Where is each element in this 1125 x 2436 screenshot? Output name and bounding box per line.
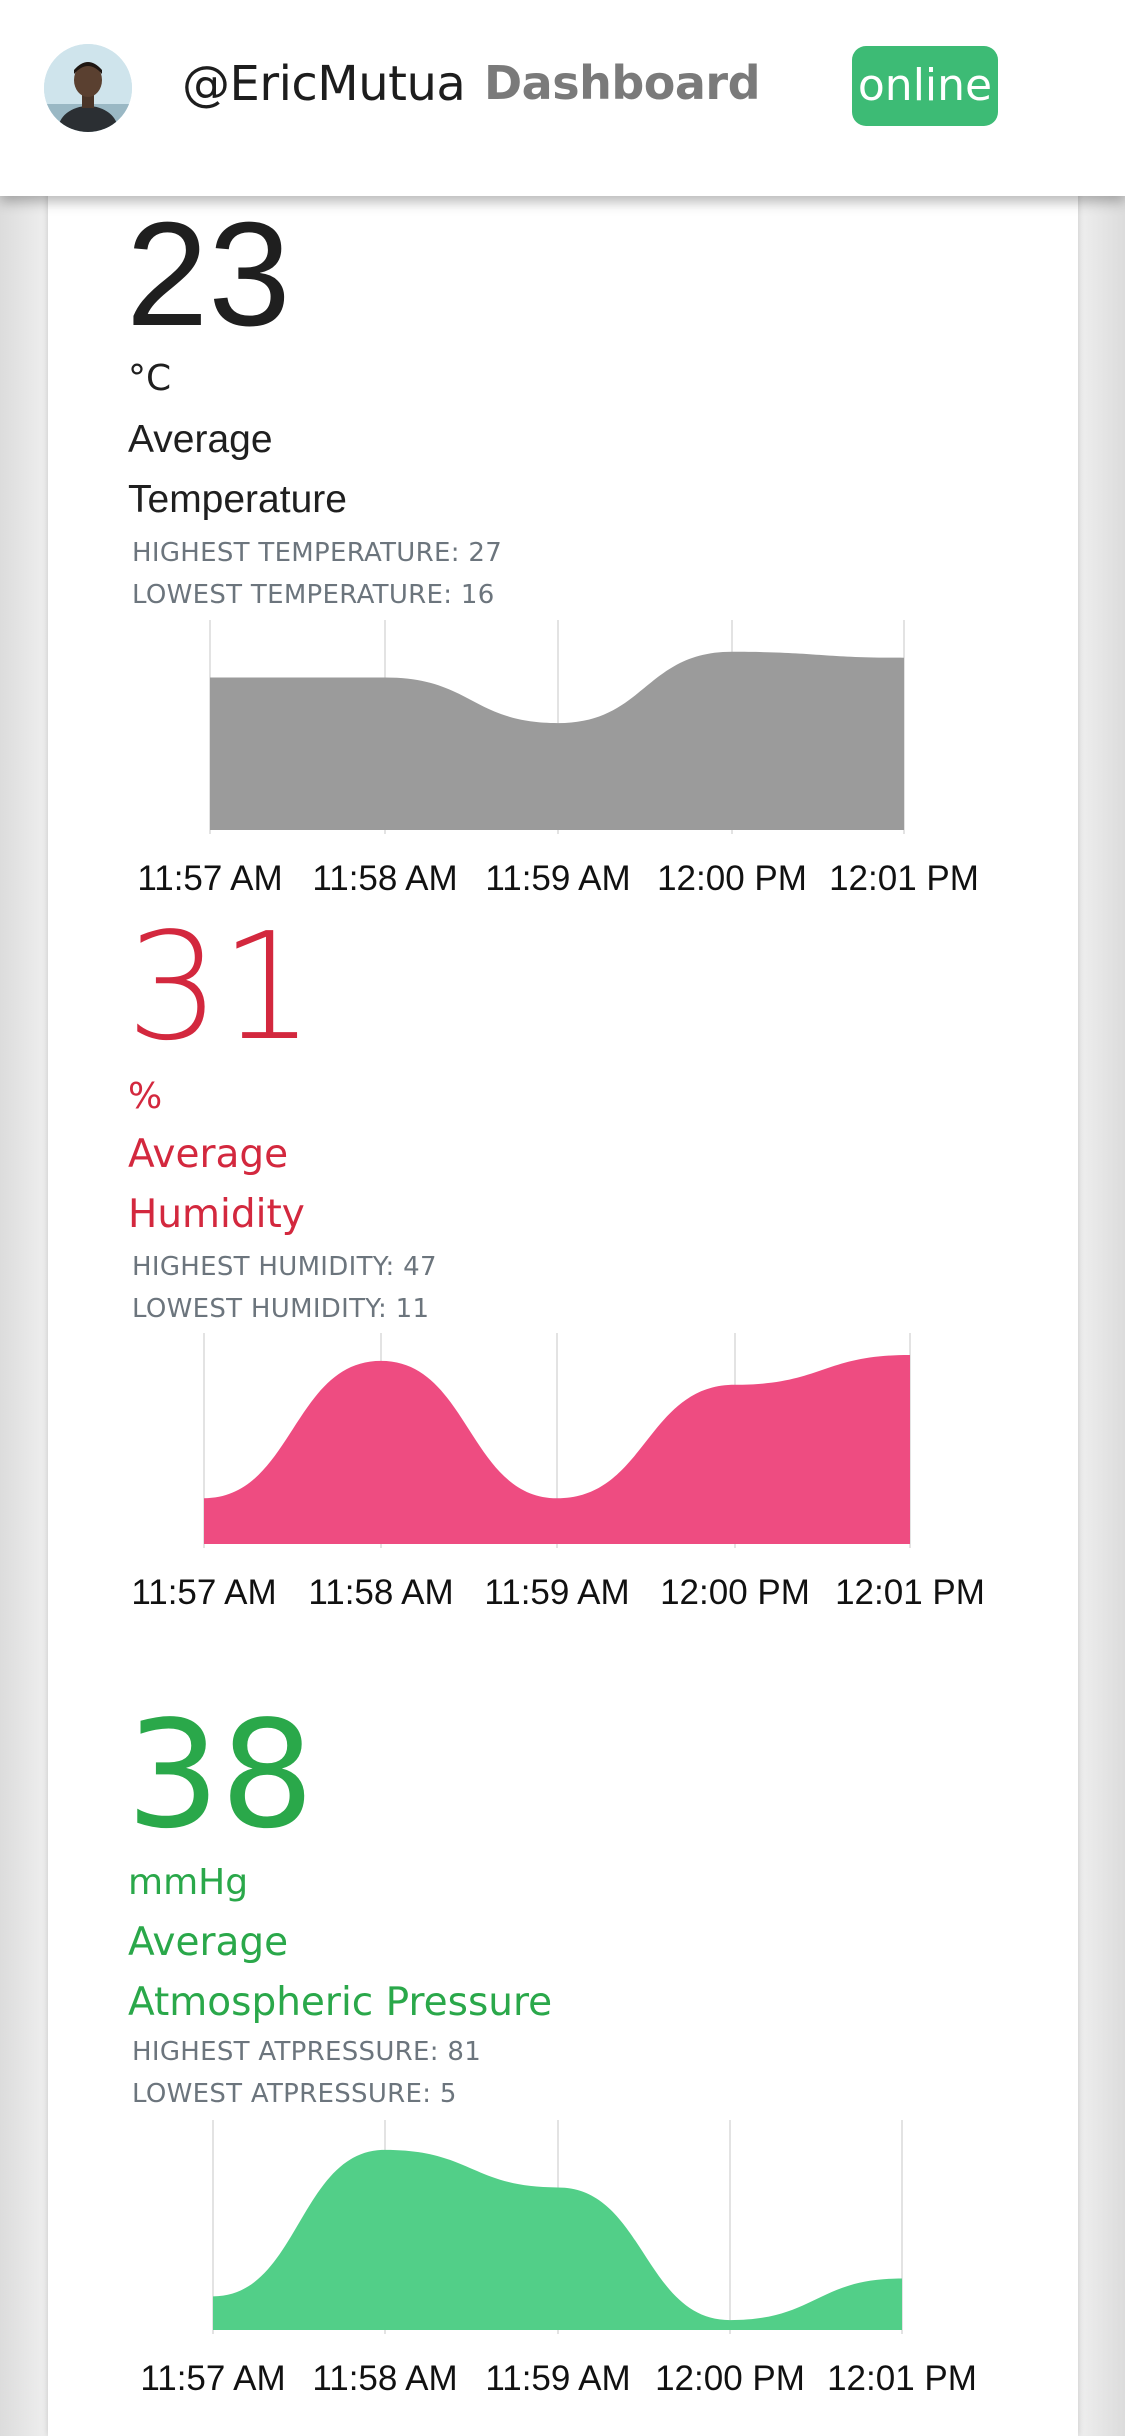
page-background-right	[1077, 0, 1125, 2436]
humidity-x-tick-label: 11:59 AM	[484, 1573, 629, 1612]
page-background-left	[0, 0, 48, 2436]
pressure-x-tick-label: 12:01 PM	[827, 2359, 977, 2398]
highest-humidity: HIGHEST HUMIDITY: 47	[132, 1252, 437, 1282]
average-humidity-value: 31	[126, 901, 315, 1073]
temperature-x-tick-label: 11:58 AM	[312, 859, 457, 898]
top-bar: @EricMutua Dashboard online	[0, 0, 1125, 196]
temperature-x-tick-label: 11:57 AM	[137, 859, 282, 898]
humidity-unit: %	[128, 1076, 163, 1117]
humidity-label-line2: Humidity	[128, 1192, 305, 1237]
temperature-label-line2: Temperature	[128, 478, 347, 521]
highest-pressure: HIGHEST ATPRESSURE: 81	[132, 2037, 482, 2067]
temperature-chart: 11:57 AM 11:58 AM 11:59 AM 12:00 PM 12:01 PM	[137, 620, 979, 898]
lowest-temperature: LOWEST TEMPERATURE: 16	[132, 580, 495, 610]
humidity-label-line1: Average	[128, 1132, 289, 1177]
lowest-humidity: LOWEST HUMIDITY: 11	[132, 1294, 430, 1324]
pressure-x-tick-label: 12:00 PM	[655, 2359, 805, 2398]
user-photo-icon	[44, 44, 132, 132]
username: @EricMutua	[182, 56, 466, 112]
temperature-x-tick-label: 11:59 AM	[485, 859, 630, 898]
pressure-x-tick-label: 11:58 AM	[312, 2359, 457, 2398]
humidity-x-tick-label: 12:01 PM	[835, 1573, 985, 1612]
average-pressure-value: 38	[126, 1689, 315, 1861]
avatar[interactable]	[44, 44, 132, 132]
temperature-unit: °C	[128, 358, 172, 399]
temperature-x-tick-label: 12:01 PM	[829, 859, 979, 898]
temperature-x-tick-label: 12:00 PM	[657, 859, 807, 898]
pressure-x-tick-label: 11:59 AM	[485, 2359, 630, 2398]
pressure-label-line2: Atmospheric Pressure	[128, 1980, 553, 2025]
status-badge: online	[852, 46, 998, 126]
average-temperature-value: 23	[126, 192, 291, 357]
pressure-chart: 11:57 AM 11:58 AM 11:59 AM 12:00 PM 12:01 PM	[140, 2120, 977, 2398]
humidity-x-tick-label: 12:00 PM	[660, 1573, 810, 1612]
temperature-label-line1: Average	[128, 418, 273, 461]
pressure-x-tick-label: 11:57 AM	[140, 2359, 285, 2398]
humidity-x-tick-label: 11:57 AM	[131, 1573, 276, 1612]
humidity-chart: 11:57 AM 11:58 AM 11:59 AM 12:00 PM 12:01 PM	[131, 1333, 985, 1612]
lowest-pressure: LOWEST ATPRESSURE: 5	[132, 2079, 457, 2109]
pressure-unit: mmHg	[128, 1862, 249, 1903]
pressure-label-line1: Average	[128, 1920, 289, 1965]
dashboard-nav-link[interactable]: Dashboard	[484, 56, 761, 110]
humidity-x-tick-label: 11:58 AM	[308, 1573, 453, 1612]
highest-temperature: HIGHEST TEMPERATURE: 27	[132, 538, 503, 568]
